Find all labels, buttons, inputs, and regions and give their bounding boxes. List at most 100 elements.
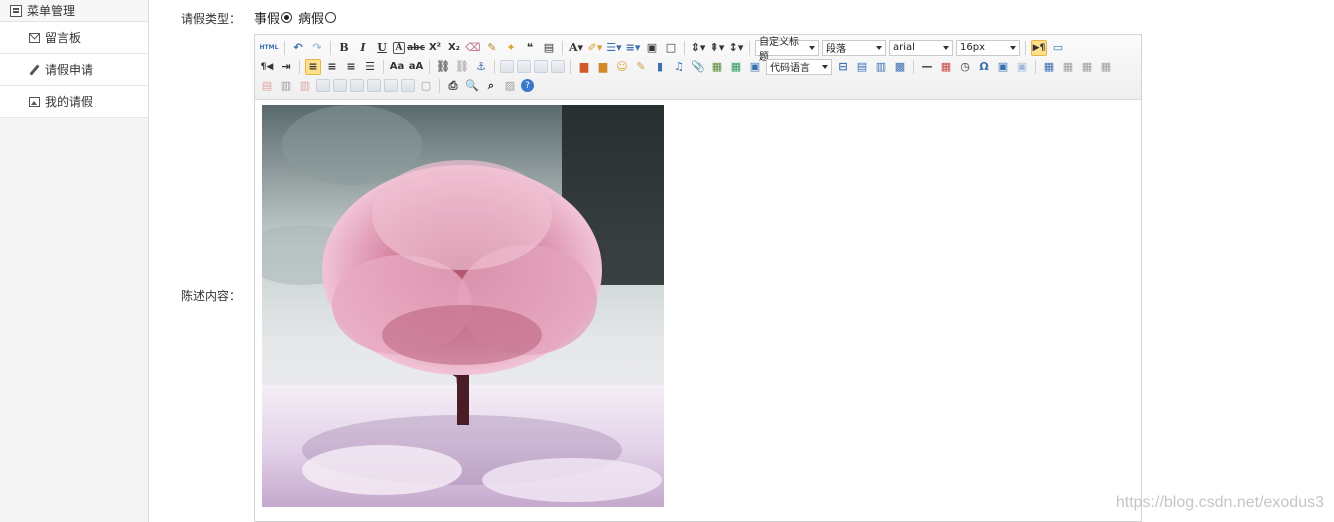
radio-personal-leave[interactable] (281, 12, 293, 23)
wordimage-upload-icon[interactable]: ▣ (1014, 59, 1030, 75)
paragraph-spacing-icon[interactable]: ⇞▾ (709, 40, 725, 56)
blockquote-icon[interactable]: ❝ (522, 40, 538, 56)
ordered-list-icon[interactable]: ☰▾ (606, 40, 622, 56)
separator (330, 40, 331, 55)
align-center-icon[interactable]: ≡ (324, 59, 340, 75)
paragraph-select[interactable]: 段落 (822, 39, 886, 56)
insert-col-icon[interactable]: ▥ (278, 78, 294, 94)
image-right-icon[interactable] (534, 60, 548, 73)
undo-icon[interactable]: ↶ (290, 40, 306, 56)
align-right-icon[interactable]: ≡ (343, 59, 359, 75)
horizontal-rule-icon[interactable]: — (919, 59, 935, 75)
line-height-icon[interactable]: ↕▾ (728, 40, 744, 56)
row-spacing-icon[interactable]: ⇕▾ (690, 40, 706, 56)
attachment-icon[interactable]: 📎 (690, 59, 706, 75)
link-icon[interactable]: ⛓ (435, 59, 451, 75)
insert-frame-icon[interactable]: ▣ (747, 59, 763, 75)
simple-upload-icon[interactable]: ▆ (576, 59, 592, 75)
delete-table-icon[interactable]: ▦ (1060, 59, 1076, 75)
date-icon[interactable]: ▦ (938, 59, 954, 75)
insert-video-icon[interactable]: ▮ (652, 59, 668, 75)
unordered-list-icon[interactable]: ≡▾ (625, 40, 641, 56)
font-color-icon[interactable]: A▾ (568, 40, 584, 56)
clear-doc-icon[interactable]: □ (663, 40, 679, 56)
split-rows-icon[interactable] (384, 79, 398, 92)
sidebar-item-my-leave[interactable]: 我的请假 (0, 86, 148, 118)
insert-row-icon[interactable]: ▦ (1098, 59, 1114, 75)
font-family-select[interactable]: arial (889, 39, 953, 56)
uppercase-icon[interactable]: Aa (389, 59, 405, 75)
music-icon[interactable]: ♫ (671, 59, 687, 75)
help-icon[interactable]: ? (521, 79, 534, 92)
scrawl-icon[interactable]: ✎ (633, 59, 649, 75)
unlink-icon[interactable]: ⛓ (454, 59, 470, 75)
italic-icon[interactable]: I (355, 40, 371, 56)
align-justify-icon[interactable]: ☰ (362, 59, 378, 75)
split-cols-icon[interactable] (401, 79, 415, 92)
delete-col-icon[interactable]: ▥ (297, 78, 313, 94)
snapscreen-icon[interactable]: ▣ (995, 59, 1011, 75)
font-size-value: 16px (960, 42, 985, 53)
superscript-icon[interactable]: X² (427, 40, 443, 56)
custom-title-select[interactable]: 自定义标题 (755, 37, 819, 63)
menu-header[interactable]: 菜单管理 (0, 0, 148, 22)
insert-table-icon[interactable]: ▦ (1041, 59, 1057, 75)
insert-paragraph-before-table-icon[interactable]: ▦ (1079, 59, 1095, 75)
font-border-icon[interactable]: A (393, 41, 405, 54)
merge-right-icon[interactable] (333, 79, 347, 92)
font-size-select[interactable]: 16px (956, 39, 1020, 56)
print-icon[interactable]: ⎙ (445, 78, 461, 94)
fullscreen-icon[interactable]: ▭ (1050, 40, 1066, 56)
template-icon[interactable]: ▤ (854, 59, 870, 75)
merge-cells-icon[interactable] (316, 79, 330, 92)
wordimage-icon[interactable]: ▩ (892, 59, 908, 75)
background-icon[interactable]: ▥ (873, 59, 889, 75)
image-none-icon[interactable] (500, 60, 514, 73)
eraser-icon[interactable]: ⌫ (465, 40, 481, 56)
chart-icon[interactable]: ▢ (418, 78, 434, 94)
html-source-button[interactable]: HTML (259, 40, 279, 56)
strikethrough-icon[interactable]: abc (407, 40, 425, 56)
align-left-icon[interactable]: ≡ (305, 58, 321, 75)
highlight-color-icon[interactable]: ✐▾ (587, 40, 603, 56)
separator (284, 40, 285, 55)
separator (562, 40, 563, 55)
select-all-icon[interactable]: ▣ (644, 40, 660, 56)
time-icon[interactable]: ◷ (957, 59, 973, 75)
preview-icon[interactable]: 🔍 (464, 78, 480, 94)
subscript-icon[interactable]: X₂ (446, 40, 462, 56)
delete-row-icon[interactable]: ▤ (259, 78, 275, 94)
insert-image-icon[interactable]: ▆ (595, 59, 611, 75)
drafts-icon[interactable]: ▨ (502, 78, 518, 94)
lowercase-icon[interactable]: aA (408, 59, 424, 75)
separator (1025, 40, 1026, 55)
google-map-icon[interactable]: ▦ (728, 59, 744, 75)
chevron-down-icon (876, 45, 882, 50)
underline-icon[interactable]: U (374, 40, 390, 56)
merge-down-icon[interactable] (350, 79, 364, 92)
separator (1035, 59, 1036, 74)
sidebar-item-leave-request[interactable]: 请假申请 (0, 54, 148, 86)
auto-format-icon[interactable]: ✦ (503, 40, 519, 56)
split-cells-icon[interactable] (367, 79, 381, 92)
bold-icon[interactable]: B (336, 40, 352, 56)
redo-icon[interactable]: ↷ (309, 40, 325, 56)
code-language-select[interactable]: 代码语言 (766, 58, 832, 75)
format-brush-icon[interactable]: ✎ (484, 40, 500, 56)
indent-icon[interactable]: ⇥ (278, 59, 294, 75)
direction-ltr-icon[interactable]: ▶¶ (1031, 39, 1047, 56)
direction-rtl-icon[interactable]: ¶◀ (259, 59, 275, 75)
image-center-icon[interactable] (551, 60, 565, 73)
paste-plain-icon[interactable]: ▤ (541, 40, 557, 56)
editor-content[interactable] (255, 100, 1141, 521)
emotion-icon[interactable]: ☺ (614, 59, 630, 75)
anchor-icon[interactable]: ⚓ (473, 59, 489, 75)
radio-sick-leave[interactable] (325, 12, 337, 23)
map-icon[interactable]: ▦ (709, 59, 725, 75)
search-replace-icon[interactable]: ⌕ (483, 78, 499, 94)
separator (913, 59, 914, 74)
special-chars-icon[interactable]: Ω (976, 59, 992, 75)
image-left-icon[interactable] (517, 60, 531, 73)
sidebar-item-message-board[interactable]: 留言板 (0, 22, 148, 54)
page-break-icon[interactable]: ⊟ (835, 59, 851, 75)
